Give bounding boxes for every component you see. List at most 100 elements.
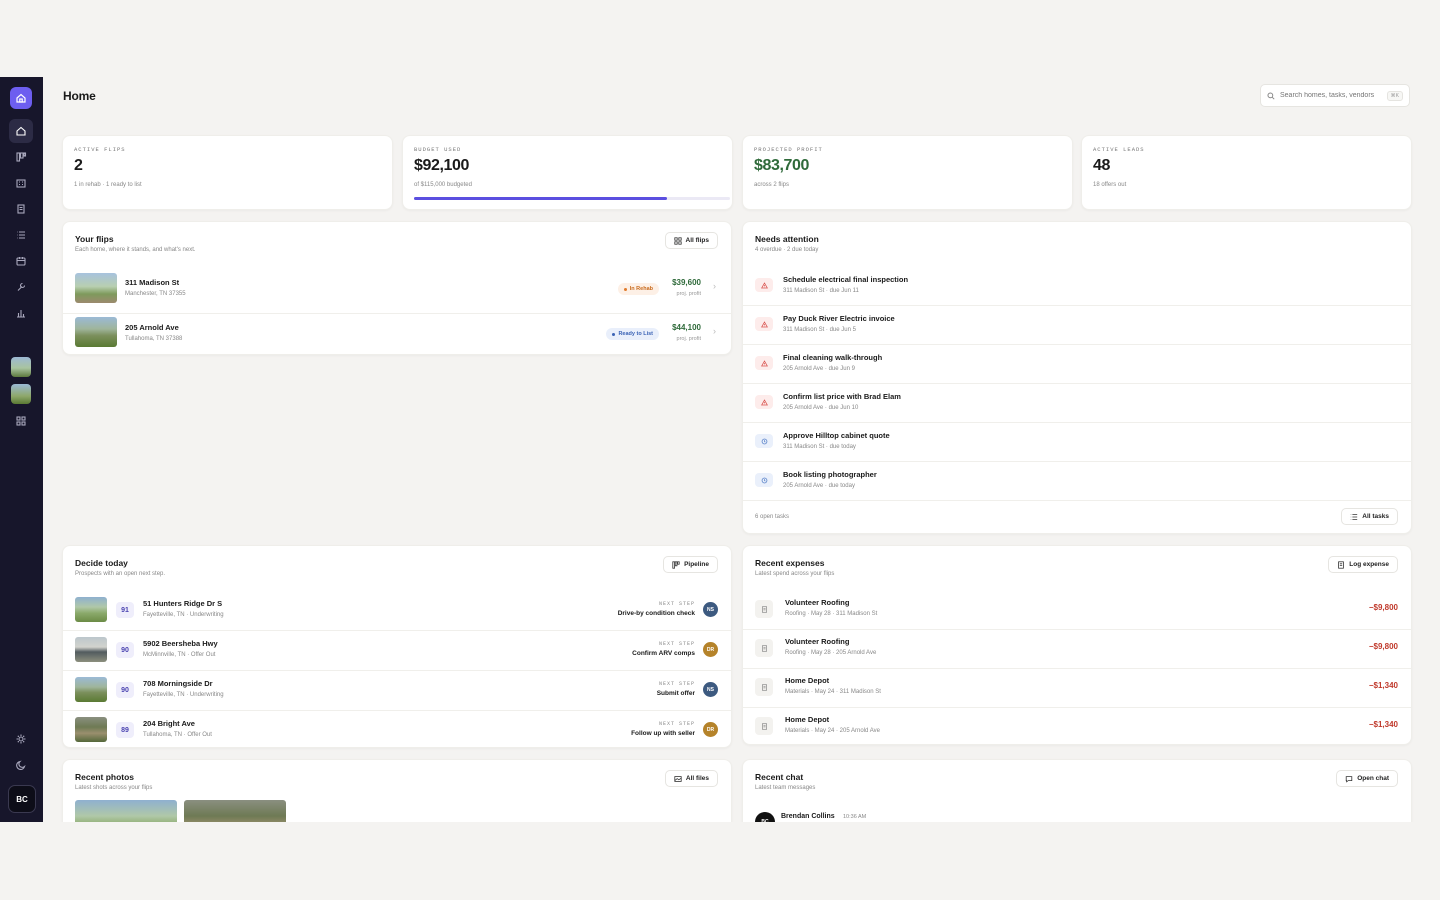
expense-row[interactable]: Volunteer Roofing Roofing · May 28 · 311… (743, 590, 1411, 629)
recent-photo[interactable] (75, 800, 177, 822)
nav-pipeline[interactable] (9, 145, 33, 169)
chevron-right-icon: › (713, 326, 716, 336)
decide-today-card: Decide today Prospects with an open next… (62, 545, 732, 748)
task-row[interactable]: Final cleaning walk-through 205 Arnold A… (743, 344, 1411, 383)
task-row[interactable]: Confirm list price with Brad Elam 205 Ar… (743, 383, 1411, 422)
flip-address: Tullahoma, TN 37388 (125, 336, 183, 342)
expense-amount: −$1,340 (1368, 720, 1398, 729)
nav-reports[interactable] (9, 301, 33, 325)
stat-label: PROJECTED PROFIT (754, 146, 823, 153)
prospect-row[interactable]: 89 204 Bright Ave Tullahoma, TN · Offer … (63, 710, 731, 747)
task-row[interactable]: Pay Duck River Electric invoice 311 Madi… (743, 305, 1411, 344)
card-subtitle: 4 overdue · 2 due today (755, 247, 819, 253)
nav-all-apps[interactable] (9, 409, 33, 433)
lead-score: 91 (116, 602, 134, 618)
task-title: Approve Hilltop cabinet quote (783, 431, 890, 440)
your-flips-card: Your flips Each home, where it stands, a… (62, 221, 732, 355)
document-icon (17, 204, 25, 214)
grid-icon (16, 416, 26, 426)
stat-label: BUDGET USED (414, 146, 462, 153)
budget-progress-bar (414, 197, 730, 200)
nav-tasks[interactable] (9, 223, 33, 247)
task-row[interactable]: Approve Hilltop cabinet quote 311 Madiso… (743, 422, 1411, 461)
warning-icon (760, 320, 768, 327)
task-row[interactable]: Book listing photographer 205 Arnold Ave… (743, 461, 1411, 500)
user-avatar[interactable]: BC (8, 785, 36, 813)
button-label: Open chat (1357, 775, 1389, 782)
stat-sub: across 2 flips (754, 182, 790, 188)
task-meta: 205 Arnold Ave · due Jun 10 (783, 405, 859, 411)
open-chat-button[interactable]: Open chat (1336, 770, 1398, 787)
grid-icon (673, 236, 682, 245)
sidebar: BC (0, 77, 43, 822)
nav-calendar[interactable] (9, 249, 33, 273)
app-window: BC Home ⌘K ACTIVE FLIPS 2 1 in rehab · 1… (0, 77, 1440, 822)
button-label: All files (685, 775, 709, 782)
task-meta: 205 Arnold Ave · due today (783, 483, 855, 489)
lead-score: 90 (116, 642, 134, 658)
stat-value: 2 (74, 157, 83, 174)
app-logo[interactable] (10, 87, 32, 109)
stat-sub: of $115,000 budgeted (414, 182, 472, 188)
search-input[interactable] (1280, 92, 1380, 99)
prospect-photo (75, 677, 107, 702)
expense-row[interactable]: Home Depot Materials · May 24 · 311 Madi… (743, 668, 1411, 707)
stat-value: 48 (1093, 157, 1110, 174)
recent-chat-card: Recent chat Latest team messages Open ch… (742, 759, 1412, 822)
kanban-icon (16, 152, 27, 162)
stat-sub: 1 in rehab · 1 ready to list (74, 182, 142, 188)
chevron-right-icon: › (713, 281, 716, 291)
nav-vendors[interactable] (9, 275, 33, 299)
all-flips-button[interactable]: All flips (664, 232, 718, 249)
expense-vendor: Home Depot (785, 715, 830, 724)
prospect-row[interactable]: 91 51 Hunters Ridge Dr S Fayetteville, T… (63, 590, 731, 630)
card-subtitle: Latest spend across your flips (755, 571, 835, 577)
nav-home[interactable] (9, 119, 33, 143)
prospect-row[interactable]: 90 5902 Beersheba Hwy McMinnville, TN · … (63, 630, 731, 670)
clock-icon (761, 477, 767, 483)
card-subtitle: Latest shots across your flips (75, 785, 153, 791)
expense-meta: Materials · May 24 · 205 Arnold Ave (785, 728, 880, 734)
receipt-icon (761, 722, 767, 730)
assignee-avatar: DR (703, 642, 718, 657)
card-subtitle: Prospects with an open next step. (75, 571, 166, 577)
next-step-label: NEXT STEP (658, 601, 695, 607)
nav-documents[interactable] (9, 197, 33, 221)
prospect-row[interactable]: 90 708 Morningside Dr Fayetteville, TN ·… (63, 670, 731, 710)
warning-icon (760, 281, 768, 288)
all-tasks-button[interactable]: All tasks (1341, 508, 1398, 525)
button-label: Pipeline (684, 561, 709, 568)
sidebar-property-205-arnold[interactable] (11, 384, 31, 404)
recent-photo[interactable] (184, 800, 286, 822)
expense-row[interactable]: Volunteer Roofing Roofing · May 28 · 205… (743, 629, 1411, 668)
lead-score: 90 (116, 682, 134, 698)
prospect-address: 708 Morningside Dr (143, 679, 213, 688)
assignee-avatar: NS (703, 682, 718, 697)
assignee-avatar: NS (703, 602, 718, 617)
expense-row[interactable]: Home Depot Materials · May 24 · 205 Arno… (743, 707, 1411, 744)
settings-button[interactable] (9, 727, 33, 751)
nav-properties[interactable] (9, 171, 33, 195)
log-expense-button[interactable]: Log expense (1328, 556, 1398, 573)
property-photo (75, 273, 117, 303)
card-title: Decide today (75, 558, 128, 568)
chat-author: Brendan Collins (781, 813, 835, 820)
sidebar-property-311-madison[interactable] (11, 357, 31, 377)
search-box[interactable]: ⌘K (1260, 84, 1410, 107)
flip-row[interactable]: 205 Arnold Ave Tullahoma, TN 37388 Ready… (63, 314, 731, 354)
task-meta: 205 Arnold Ave · due Jun 9 (783, 366, 855, 372)
stat-card-budget-used: BUDGET USED $92,100 of $115,000 budgeted (402, 135, 733, 210)
task-row[interactable]: Schedule electrical final inspection 311… (743, 266, 1411, 305)
expense-icon (755, 639, 773, 657)
task-status-icon (755, 278, 773, 292)
theme-toggle[interactable] (9, 753, 33, 777)
calendar-icon (16, 257, 26, 266)
flip-row[interactable]: 311 Madison St Manchester, TN 37355 In R… (63, 268, 731, 313)
all-files-button[interactable]: All files (664, 770, 718, 787)
pipeline-button[interactable]: Pipeline (663, 556, 718, 573)
expense-meta: Roofing · May 28 · 311 Madison St (785, 611, 878, 617)
prospect-photo (75, 637, 107, 662)
list-icon (17, 231, 25, 239)
profit-label: proj. profit (676, 336, 701, 342)
card-title: Needs attention (755, 234, 819, 244)
